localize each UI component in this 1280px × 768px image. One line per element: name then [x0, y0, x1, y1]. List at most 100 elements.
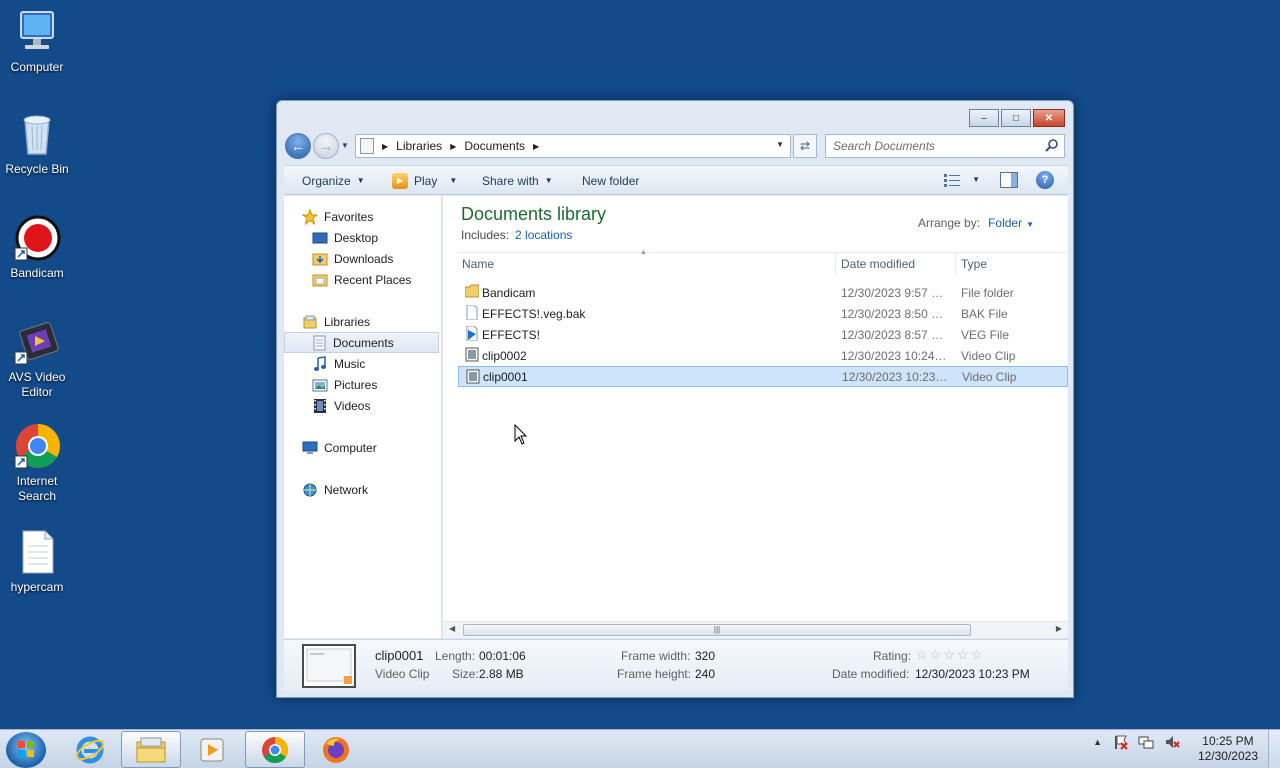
- internet-explorer-icon: [75, 736, 105, 763]
- column-date-header[interactable]: Date modified: [841, 257, 915, 271]
- length-value: 00:01:06: [479, 649, 526, 663]
- address-bar[interactable]: ▶ Libraries ▶ Documents ▶ ▼: [355, 134, 791, 158]
- taskbar-file-explorer[interactable]: [121, 731, 181, 768]
- arrow-right-icon: →: [319, 138, 333, 154]
- nav-favorites[interactable]: Favorites: [301, 206, 458, 227]
- star-icon[interactable]: ☆: [971, 647, 985, 662]
- column-divider[interactable]: [835, 253, 836, 275]
- clock[interactable]: 10:25 PM 12/30/2023: [1198, 734, 1258, 764]
- date-modified-value: 12/30/2023 10:23 PM: [915, 667, 1030, 681]
- show-hidden-icons-icon[interactable]: ▲: [1093, 737, 1102, 747]
- search-box[interactable]: [825, 134, 1065, 158]
- file-row-clip0001[interactable]: clip0001 12/30/2023 10:23 ... Video Clip: [458, 366, 1068, 387]
- network-status-icon[interactable]: [1138, 734, 1154, 750]
- horizontal-scrollbar[interactable]: ◀ ||| ▶: [443, 621, 1068, 638]
- computer-icon: [302, 440, 318, 456]
- breadcrumb-libraries[interactable]: Libraries: [396, 139, 442, 153]
- nav-libraries[interactable]: Libraries: [302, 311, 458, 332]
- address-dropdown-icon[interactable]: ▼: [776, 140, 784, 149]
- new-folder-button[interactable]: New folder: [582, 166, 639, 195]
- refresh-button[interactable]: ⇄: [793, 134, 817, 158]
- help-icon[interactable]: ?: [1036, 171, 1054, 189]
- date-modified-label: Date modified:: [832, 667, 910, 681]
- desktop-icon-recycle-bin[interactable]: Recycle Bin: [2, 110, 72, 177]
- rating-stars[interactable]: ☆☆☆☆☆: [916, 647, 984, 663]
- desktop-icon-internet-search[interactable]: Internet Search: [2, 422, 72, 504]
- star-icon[interactable]: ☆: [916, 647, 930, 662]
- star-icon[interactable]: ☆: [930, 647, 944, 662]
- search-input[interactable]: [833, 135, 1042, 157]
- organize-button[interactable]: Organize ▼: [302, 166, 365, 195]
- nav-documents[interactable]: Documents: [284, 332, 439, 353]
- rating-label: Rating:: [873, 649, 912, 663]
- breadcrumb-separator-icon[interactable]: ▶: [382, 142, 388, 151]
- change-view-icon[interactable]: [944, 173, 960, 187]
- star-icon[interactable]: ☆: [943, 647, 957, 662]
- length-label: Length:: [435, 649, 476, 663]
- forward-button[interactable]: →: [313, 133, 339, 159]
- nav-label: Videos: [334, 398, 371, 413]
- recent-pages-dropdown[interactable]: ▼: [341, 141, 349, 150]
- volume-muted-icon[interactable]: [1164, 734, 1180, 750]
- close-button[interactable]: ✕: [1033, 109, 1065, 127]
- library-icon: [360, 138, 374, 154]
- play-button[interactable]: ▶ Play ▼: [392, 166, 457, 195]
- explorer-window: – □ ✕ ← → ▼ ▶ Libraries ▶ Documents ▶ ▼ …: [276, 100, 1074, 698]
- taskbar-media-player[interactable]: [182, 731, 242, 768]
- column-divider[interactable]: [955, 253, 956, 275]
- mouse-cursor-icon: [514, 424, 528, 445]
- file-name: clip0002: [482, 348, 527, 363]
- minimize-button[interactable]: –: [969, 109, 999, 127]
- breadcrumb-separator-icon[interactable]: ▶: [450, 142, 456, 151]
- desktop-icon-label: Internet Search: [16, 474, 58, 503]
- desktop-icon-label: hypercam: [10, 580, 64, 594]
- preview-pane-icon[interactable]: [1000, 172, 1018, 188]
- maximize-button[interactable]: □: [1001, 109, 1031, 127]
- folder-icon: [465, 284, 479, 298]
- show-desktop-button[interactable]: [1268, 730, 1280, 768]
- column-type-header[interactable]: Type: [961, 257, 987, 271]
- column-header: Name ▲ Date modified Type: [458, 249, 1068, 275]
- scroll-left-icon[interactable]: ◀: [449, 624, 455, 633]
- taskbar-chrome[interactable]: [245, 731, 305, 768]
- desktop-icon-computer[interactable]: Computer: [2, 8, 72, 75]
- nav-network[interactable]: Network: [302, 479, 458, 500]
- desktop-icon-avs-video-editor[interactable]: AVS Video Editor: [2, 318, 72, 400]
- file-type: Video Clip: [962, 369, 1017, 384]
- file-name: EFFECTS!: [482, 327, 541, 342]
- scrollbar-thumb[interactable]: |||: [463, 624, 971, 636]
- action-center-icon[interactable]: [1112, 734, 1128, 750]
- star-icon[interactable]: ☆: [957, 647, 971, 662]
- network-icon: [302, 482, 318, 498]
- nav-computer[interactable]: Computer: [302, 437, 458, 458]
- taskbar-firefox[interactable]: [306, 731, 366, 768]
- back-button[interactable]: ←: [285, 133, 311, 159]
- taskbar-internet-explorer[interactable]: [60, 731, 120, 768]
- share-with-button[interactable]: Share with ▼: [482, 166, 553, 195]
- nav-label: Downloads: [334, 251, 394, 266]
- scroll-right-icon[interactable]: ▶: [1056, 624, 1062, 633]
- breadcrumb-documents[interactable]: Documents: [464, 139, 525, 153]
- start-button[interactable]: [6, 732, 46, 768]
- file-row-clip0002[interactable]: clip0002 12/30/2023 10:24 ... Video Clip: [458, 345, 1068, 366]
- view-options-dropdown[interactable]: ▼: [972, 175, 980, 184]
- column-name-header[interactable]: Name: [462, 257, 494, 271]
- file-thumbnail: [302, 644, 356, 688]
- media-player-icon: [200, 738, 224, 761]
- locations-link[interactable]: 2 locations: [515, 228, 572, 242]
- breadcrumb-separator-icon[interactable]: ▶: [533, 142, 539, 151]
- command-bar: Organize ▼ ▶ Play ▼ Share with ▼ New folder…: [284, 165, 1068, 195]
- file-row-effects-veg-bak[interactable]: EFFECTS!.veg.bak 12/30/2023 8:50 PM BAK …: [458, 303, 1068, 324]
- videos-icon: [312, 398, 328, 414]
- clock-date: 12/30/2023: [1197, 749, 1258, 763]
- frame-height-label: Frame height:: [617, 667, 692, 681]
- file-row-effects[interactable]: EFFECTS! 12/30/2023 8:57 PM VEG File: [458, 324, 1068, 345]
- frame-width-label: Frame width:: [621, 649, 691, 663]
- chevron-down-icon[interactable]: ▼: [1026, 220, 1034, 229]
- desktop-icon-bandicam[interactable]: Bandicam: [2, 214, 72, 281]
- video-clip-icon: [465, 347, 479, 362]
- file-row-bandicam[interactable]: Bandicam 12/30/2023 9:57 PM File folder: [458, 282, 1068, 303]
- desktop-icon-hypercam[interactable]: hypercam: [2, 528, 72, 595]
- arrange-by-dropdown[interactable]: Folder: [988, 216, 1022, 230]
- search-icon[interactable]: [1045, 138, 1059, 152]
